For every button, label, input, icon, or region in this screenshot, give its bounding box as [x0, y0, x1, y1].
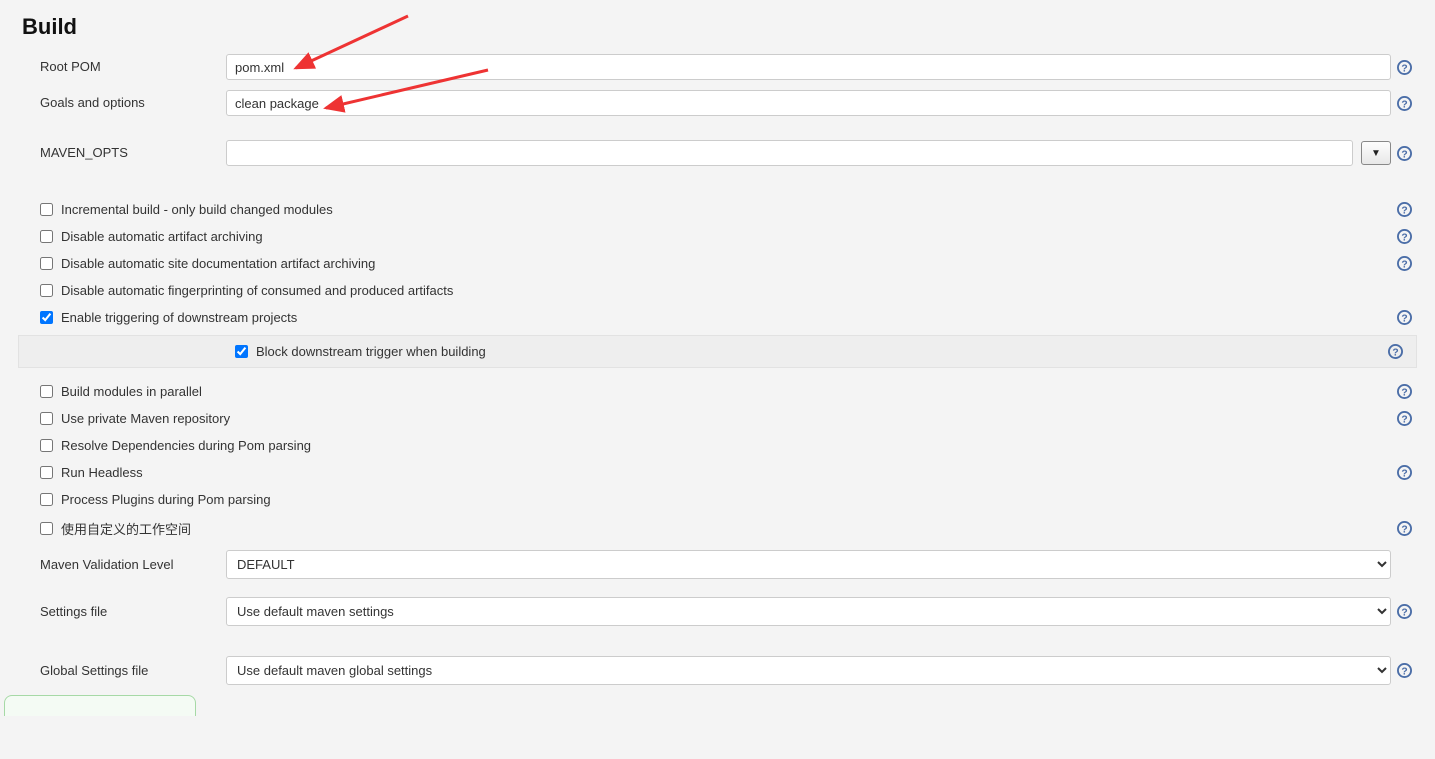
checkbox-row-process-plugins: Process Plugins during Pom parsing: [18, 486, 1417, 513]
checkbox-custom-ws[interactable]: [40, 522, 53, 535]
checkbox-row-parallel: Build modules in parallel?: [18, 378, 1417, 405]
checkbox-row-headless: Run Headless?: [18, 459, 1417, 486]
expand-button[interactable]: ▼: [1361, 141, 1391, 165]
svg-text:?: ?: [1401, 607, 1407, 618]
checkbox-label: Use private Maven repository: [61, 411, 1391, 426]
checkbox-parallel[interactable]: [40, 385, 53, 398]
checkbox-incremental[interactable]: [40, 203, 53, 216]
select-global-settings[interactable]: Use default maven global settings: [226, 656, 1391, 685]
help-icon[interactable]: ?: [1388, 344, 1403, 359]
svg-text:?: ?: [1401, 63, 1407, 74]
svg-text:?: ?: [1401, 666, 1407, 677]
svg-text:?: ?: [1401, 387, 1407, 398]
svg-text:?: ?: [1401, 99, 1407, 110]
row-settings: Settings file Use default maven settings…: [18, 597, 1417, 626]
svg-text:?: ?: [1401, 205, 1407, 216]
row-goals: Goals and options ?: [18, 90, 1417, 116]
checkbox-row-disable-archive: Disable automatic artifact archiving?: [18, 223, 1417, 250]
checkbox-disable-archive[interactable]: [40, 230, 53, 243]
help-icon[interactable]: ?: [1397, 384, 1412, 399]
checkbox-label: Incremental build - only build changed m…: [61, 202, 1391, 217]
help-icon[interactable]: ?: [1397, 521, 1412, 536]
bottom-panel-edge: [18, 695, 1417, 715]
checkbox-label: Process Plugins during Pom parsing: [61, 492, 1391, 507]
checkbox-row-disable-site: Disable automatic site documentation art…: [18, 250, 1417, 277]
help-icon[interactable]: ?: [1397, 146, 1412, 161]
label-settings: Settings file: [18, 603, 226, 621]
label-goals: Goals and options: [18, 94, 226, 112]
help-icon[interactable]: ?: [1397, 465, 1412, 480]
checkbox-label: 使用自定义的工作空间: [61, 519, 1391, 538]
row-root-pom: Root POM ?: [18, 54, 1417, 80]
checkbox-row-enable-trigger: Enable triggering of downstream projects…: [18, 304, 1417, 331]
checkbox-resolve-deps[interactable]: [40, 439, 53, 452]
section-title: Build: [22, 14, 1417, 40]
help-icon[interactable]: ?: [1397, 604, 1412, 619]
select-settings[interactable]: Use default maven settings: [226, 597, 1391, 626]
select-validation[interactable]: DEFAULT: [226, 550, 1391, 579]
svg-text:?: ?: [1401, 232, 1407, 243]
checkbox-block-trigger[interactable]: [235, 345, 248, 358]
help-icon[interactable]: ?: [1397, 310, 1412, 325]
label-root-pom: Root POM: [18, 58, 226, 76]
svg-text:?: ?: [1401, 313, 1407, 324]
checkbox-label: Disable automatic artifact archiving: [61, 229, 1391, 244]
checkbox-private-repo[interactable]: [40, 412, 53, 425]
row-maven-opts: MAVEN_OPTS ▼ ?: [18, 140, 1417, 166]
label-maven-opts: MAVEN_OPTS: [18, 144, 226, 162]
checkbox-process-plugins[interactable]: [40, 493, 53, 506]
help-icon[interactable]: ?: [1397, 60, 1412, 75]
checkbox-row-disable-fp: Disable automatic fingerprinting of cons…: [18, 277, 1417, 304]
svg-text:?: ?: [1401, 259, 1407, 270]
row-global-settings: Global Settings file Use default maven g…: [18, 656, 1417, 685]
checkbox-row-resolve-deps: Resolve Dependencies during Pom parsing: [18, 432, 1417, 459]
checkbox-headless[interactable]: [40, 466, 53, 479]
svg-text:?: ?: [1401, 468, 1407, 479]
label-validation: Maven Validation Level: [18, 556, 226, 574]
checkbox-label: Build modules in parallel: [61, 384, 1391, 399]
help-icon[interactable]: ?: [1397, 663, 1412, 678]
checkbox-label: Disable automatic fingerprinting of cons…: [61, 283, 1391, 298]
help-icon[interactable]: ?: [1397, 411, 1412, 426]
checkbox-label: Disable automatic site documentation art…: [61, 256, 1391, 271]
checkbox-enable-trigger[interactable]: [40, 311, 53, 324]
svg-text:?: ?: [1401, 524, 1407, 535]
help-icon[interactable]: ?: [1397, 229, 1412, 244]
checkbox-row-incremental: Incremental build - only build changed m…: [18, 196, 1417, 223]
input-maven-opts[interactable]: [226, 140, 1353, 166]
help-icon[interactable]: ?: [1397, 96, 1412, 111]
checkbox-disable-fp[interactable]: [40, 284, 53, 297]
checkbox-label: Block downstream trigger when building: [256, 344, 1382, 359]
checkbox-row-custom-ws: 使用自定义的工作空间?: [18, 513, 1417, 544]
row-validation: Maven Validation Level DEFAULT: [18, 550, 1417, 579]
svg-text:?: ?: [1392, 347, 1398, 358]
checkbox-label: Enable triggering of downstream projects: [61, 310, 1391, 325]
input-goals[interactable]: [226, 90, 1391, 116]
input-root-pom[interactable]: [226, 54, 1391, 80]
checkbox-disable-site[interactable]: [40, 257, 53, 270]
svg-text:?: ?: [1401, 414, 1407, 425]
svg-text:?: ?: [1401, 149, 1407, 160]
help-icon[interactable]: ?: [1397, 202, 1412, 217]
checkbox-label: Resolve Dependencies during Pom parsing: [61, 438, 1391, 453]
help-icon[interactable]: ?: [1397, 256, 1412, 271]
checkbox-label: Run Headless: [61, 465, 1391, 480]
label-global-settings: Global Settings file: [18, 662, 226, 680]
nested-block-downstream: Block downstream trigger when building?: [18, 335, 1417, 368]
checkbox-row-private-repo: Use private Maven repository?: [18, 405, 1417, 432]
